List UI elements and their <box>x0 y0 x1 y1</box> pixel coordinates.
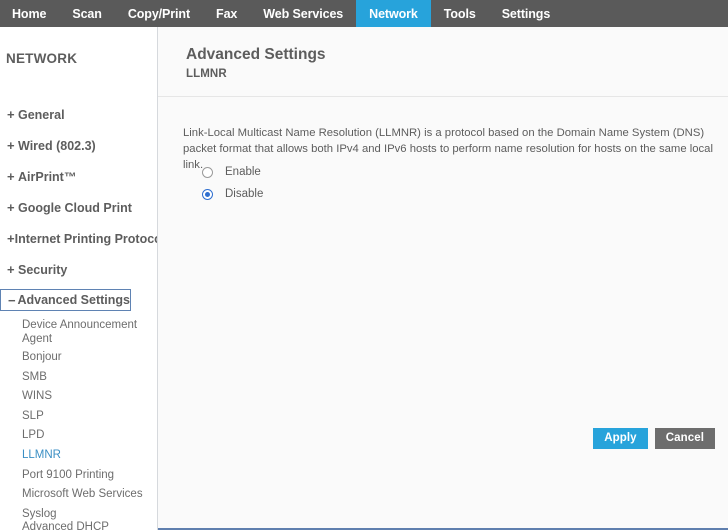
nav-tab-fax[interactable]: Fax <box>203 0 250 27</box>
sidebar-item-label: Google Cloud Print <box>18 201 132 215</box>
radio-option-enable[interactable]: Enable <box>202 161 263 183</box>
sidebar-group-list: +General+Wired (802.3)+AirPrint™+Google … <box>0 99 158 316</box>
content-header: Advanced Settings LLMNR <box>158 27 728 97</box>
nav-tab-settings[interactable]: Settings <box>489 0 564 27</box>
sidebar-subitem-slp[interactable]: SLP <box>0 407 158 427</box>
sidebar: NETWORK +General+Wired (802.3)+AirPrint™… <box>0 27 158 530</box>
action-button-row: Apply Cancel <box>593 428 715 449</box>
sidebar-item-google-cloud-print[interactable]: +Google Cloud Print <box>0 192 158 223</box>
sidebar-item-label: Security <box>18 263 67 277</box>
sidebar-subitem-microsoft-web-services[interactable]: Microsoft Web Services <box>0 485 158 505</box>
sidebar-item-label: Advanced Settings <box>17 293 130 307</box>
nav-tab-tools[interactable]: Tools <box>431 0 489 27</box>
sidebar-subitem-advanced-dhcp-settings[interactable]: Advanced DHCP Settings <box>0 524 158 530</box>
nav-tab-copy-print[interactable]: Copy/Print <box>115 0 203 27</box>
sidebar-subitem-bonjour[interactable]: Bonjour <box>0 348 158 368</box>
llmnr-description: Link-Local Multicast Name Resolution (LL… <box>183 125 723 173</box>
top-navigation-bar: HomeScanCopy/PrintFaxWeb ServicesNetwork… <box>0 0 728 27</box>
collapse-icon: − <box>8 294 17 307</box>
sidebar-item-label: AirPrint™ <box>18 170 76 184</box>
sidebar-title: NETWORK <box>6 51 77 66</box>
sidebar-item-wired-802-3-[interactable]: +Wired (802.3) <box>0 130 158 161</box>
expand-icon: + <box>7 201 18 214</box>
sidebar-item-internet-printing-protocol[interactable]: +Internet Printing Protocol <box>0 223 158 254</box>
nav-tab-home[interactable]: Home <box>0 0 59 27</box>
sidebar-subitem-port-9100-printing[interactable]: Port 9100 Printing <box>0 466 158 486</box>
expand-icon: + <box>7 108 18 121</box>
main-content: Advanced Settings LLMNR Link-Local Multi… <box>158 27 728 530</box>
radio-option-disable[interactable]: Disable <box>202 183 263 205</box>
page-subtitle: LLMNR <box>186 68 227 80</box>
page-title: Advanced Settings <box>186 46 326 64</box>
expand-icon: + <box>7 232 15 245</box>
sidebar-subitem-lpd[interactable]: LPD <box>0 426 158 446</box>
sidebar-item-label: General <box>18 108 65 122</box>
radio-checked-icon[interactable] <box>202 189 213 200</box>
sidebar-subitem-list: Device Announcement AgentBonjourSMBWINSS… <box>0 318 158 530</box>
sidebar-item-label: Internet Printing Protocol <box>15 232 158 246</box>
nav-tab-network[interactable]: Network <box>356 0 431 27</box>
page-body: NETWORK +General+Wired (802.3)+AirPrint™… <box>0 27 728 530</box>
sidebar-item-general[interactable]: +General <box>0 99 158 130</box>
nav-tab-web-services[interactable]: Web Services <box>250 0 356 27</box>
llmnr-radio-group: Enable Disable <box>202 161 263 205</box>
sidebar-item-label: Wired (802.3) <box>18 139 96 153</box>
expand-icon: + <box>7 263 18 276</box>
radio-unchecked-icon[interactable] <box>202 167 213 178</box>
radio-option-label: Disable <box>225 188 263 200</box>
sidebar-subitem-llmnr[interactable]: LLMNR <box>0 446 158 466</box>
sidebar-subitem-device-announcement-agent[interactable]: Device Announcement Agent <box>0 318 158 348</box>
nav-tab-scan[interactable]: Scan <box>59 0 114 27</box>
sidebar-item-security[interactable]: +Security <box>0 254 158 285</box>
apply-button[interactable]: Apply <box>593 428 647 449</box>
sidebar-item-advanced-settings[interactable]: −Advanced Settings <box>0 289 131 311</box>
sidebar-subitem-wins[interactable]: WINS <box>0 387 158 407</box>
expand-icon: + <box>7 139 18 152</box>
sidebar-item-airprint-[interactable]: +AirPrint™ <box>0 161 158 192</box>
sidebar-subitem-smb[interactable]: SMB <box>0 368 158 388</box>
expand-icon: + <box>7 170 18 183</box>
cancel-button[interactable]: Cancel <box>655 428 715 449</box>
radio-option-label: Enable <box>225 166 261 178</box>
